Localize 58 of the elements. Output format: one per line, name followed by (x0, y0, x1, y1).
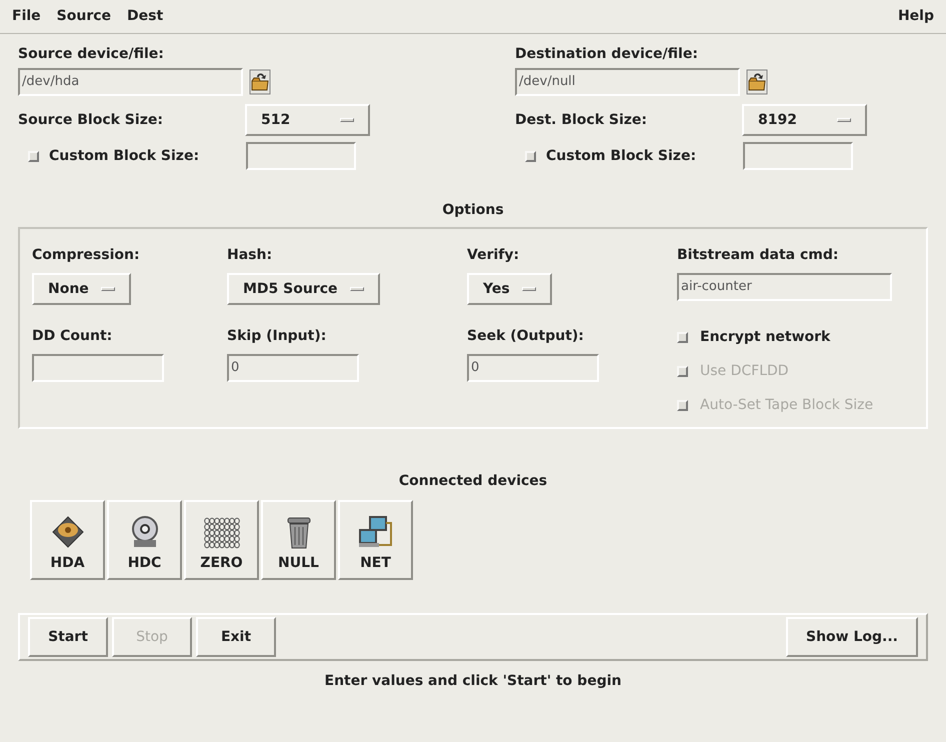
field-label: Source device/file: (18, 45, 165, 64)
checkbox[interactable] (677, 332, 688, 342)
checkbox-label: Custom Block Size: (546, 146, 698, 166)
input-field[interactable]: air-counter (677, 273, 892, 301)
field-label: Destination device/file: (515, 45, 699, 64)
field-label: Verify: (467, 246, 520, 265)
input-field[interactable] (743, 142, 853, 170)
field-label: Bitstream data cmd: (677, 246, 840, 265)
device-button[interactable]: HDC (107, 500, 182, 580)
checkbox-label: Use DCFLDD (700, 362, 789, 380)
folder-icon[interactable] (746, 69, 768, 95)
dropdown[interactable]: 8192 (742, 104, 867, 136)
checkbox[interactable] (28, 150, 39, 162)
section-title: Connected devices (398, 473, 548, 489)
field-label: Source Block Size: (18, 110, 164, 130)
action-button: Stop (112, 617, 192, 657)
folder-icon[interactable] (249, 69, 271, 95)
input-field[interactable]: /dev/null (515, 68, 740, 96)
field-label: Dest. Block Size: (515, 110, 648, 130)
dropdown[interactable]: None (32, 273, 131, 305)
status-message: Enter values and click 'Start' to begin (324, 673, 622, 689)
dropdown[interactable]: Yes (467, 273, 552, 305)
dropdown[interactable]: MD5 Source (227, 273, 380, 305)
device-button[interactable]: NULL (261, 500, 336, 580)
field-label: DD Count: (32, 327, 114, 346)
input-field[interactable]: /dev/hda (18, 68, 243, 96)
input-field[interactable] (32, 354, 164, 382)
section-title: Options (442, 202, 504, 218)
show-log-button[interactable]: Show Log... (786, 617, 918, 657)
input-field[interactable] (246, 142, 356, 170)
device-button[interactable]: ZERO (184, 500, 259, 580)
field-label: Hash: (227, 246, 274, 265)
trash-icon (286, 515, 312, 549)
field-label: Seek (Output): (467, 327, 585, 346)
dropdown-indicator-icon (100, 287, 115, 291)
checkbox-label: Auto-Set Tape Block Size (700, 396, 874, 414)
dropdown-indicator-icon (350, 287, 364, 291)
dropdown-indicator-icon (340, 118, 354, 122)
dropdown-indicator-icon (522, 287, 536, 291)
dropdown-indicator-icon (837, 118, 851, 122)
networked-computers-icon (358, 515, 394, 549)
action-button[interactable]: Start (28, 617, 108, 657)
menu-item[interactable]: File (12, 6, 41, 27)
checkbox-label: Custom Block Size: (49, 146, 200, 166)
dropdown[interactable]: 512 (245, 104, 370, 136)
device-button[interactable]: NET (338, 500, 413, 580)
checkbox[interactable] (525, 150, 536, 162)
action-button[interactable]: Exit (196, 617, 276, 657)
field-label: Skip (Input): (227, 327, 328, 346)
menu-item[interactable]: Help (898, 6, 934, 27)
input-field[interactable]: 0 (467, 354, 599, 382)
dot-grid-icon (202, 517, 240, 549)
menu-item[interactable]: Source (56, 6, 112, 27)
field-label: Compression: (32, 246, 141, 265)
input-field[interactable]: 0 (227, 354, 359, 382)
device-button[interactable]: HDA (30, 500, 105, 580)
menu-item[interactable]: Dest (127, 6, 164, 27)
checkbox-label[interactable]: Encrypt network (700, 326, 830, 348)
